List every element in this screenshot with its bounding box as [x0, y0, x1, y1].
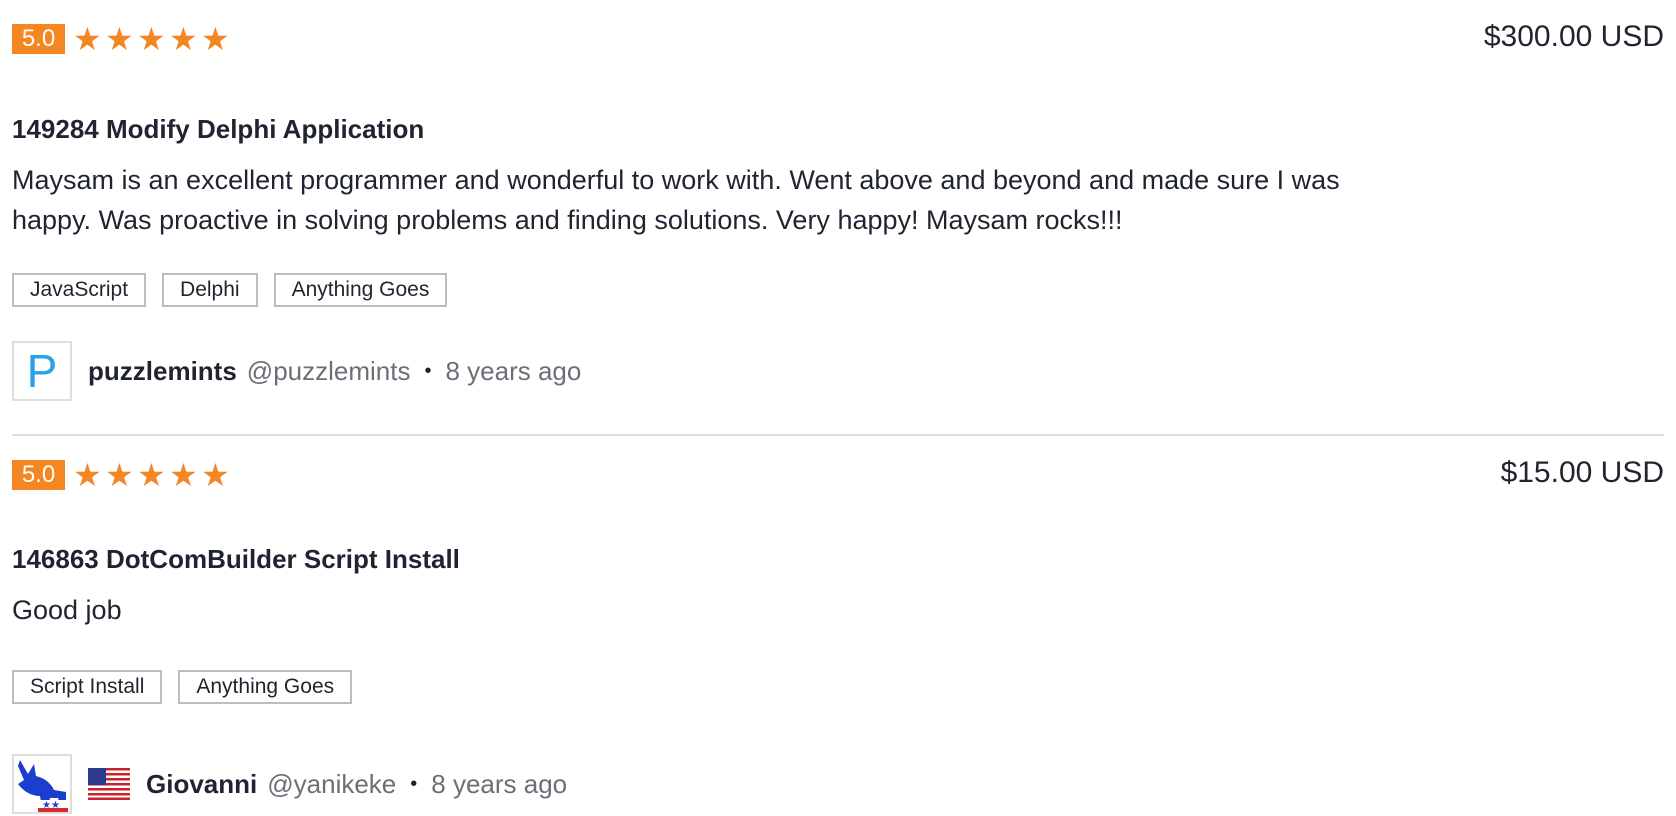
reviewer-name[interactable]: Giovanni [146, 769, 257, 800]
project-title-link[interactable]: 149284 Modify Delphi Application [12, 114, 424, 145]
review-item: 5.0 ★ ★ ★ ★ ★ $15.00 USD 146863 DotComBu… [12, 436, 1664, 816]
reviewer-handle[interactable]: @puzzlemints [247, 356, 411, 387]
skill-tag[interactable]: Anything Goes [178, 670, 353, 704]
review-comment: Good job [12, 595, 122, 625]
skill-tags: Script Install Anything Goes [12, 670, 368, 704]
avatar[interactable]: P [12, 341, 72, 401]
review-time: 8 years ago [431, 768, 568, 799]
rating-badge: 5.0 [12, 24, 65, 54]
rating-row: 5.0 ★ ★ ★ ★ ★ [12, 457, 233, 493]
skill-tag[interactable]: JavaScript [12, 273, 147, 307]
star-rating: ★ ★ ★ ★ ★ [73, 21, 233, 57]
donkey-logo-icon: ★★ [14, 756, 70, 812]
price: $15.00 USD [1500, 456, 1664, 489]
avatar[interactable]: ★★ [12, 754, 72, 814]
skill-tags: JavaScript Delphi Anything Goes [12, 273, 463, 307]
reviewer-handle[interactable]: @yanikeke [267, 769, 396, 800]
star-icon: ★ [105, 457, 134, 493]
star-icon: ★ [73, 457, 102, 493]
star-icon: ★ [137, 21, 166, 57]
project-title-link[interactable]: 146863 DotComBuilder Script Install [12, 544, 460, 575]
star-rating: ★ ★ ★ ★ ★ [73, 457, 233, 493]
rating-row: 5.0 ★ ★ ★ ★ ★ [12, 21, 233, 57]
star-icon: ★ [105, 21, 134, 57]
star-icon: ★ [169, 21, 198, 57]
skill-tag[interactable]: Script Install [12, 670, 163, 704]
star-icon: ★ [137, 457, 166, 493]
skill-tag[interactable]: Anything Goes [273, 273, 448, 307]
review-item: 5.0 ★ ★ ★ ★ ★ $300.00 USD 149284 Modify … [12, 0, 1664, 436]
star-icon: ★ [169, 457, 198, 493]
star-icon: ★ [73, 21, 102, 57]
avatar-letter: P [26, 345, 58, 397]
svg-text:★★: ★★ [42, 800, 60, 811]
rating-badge: 5.0 [12, 460, 65, 490]
star-icon: ★ [201, 21, 230, 57]
reviews-list: 5.0 ★ ★ ★ ★ ★ $300.00 USD 149284 Modify … [12, 0, 1664, 816]
review-time: 8 years ago [445, 355, 582, 386]
reviewer-info: ★★ Giovanni @yanikeke • 8 years ago [12, 752, 567, 816]
skill-tag[interactable]: Delphi [162, 273, 258, 307]
reviewer-name[interactable]: puzzlemints [88, 356, 237, 387]
us-flag-icon [88, 768, 130, 800]
separator-dot: • [410, 772, 418, 795]
separator-dot: • [424, 359, 432, 382]
reviewer-info: P puzzlemints @puzzlemints • 8 years ago [12, 339, 581, 403]
price: $300.00 USD [1483, 20, 1664, 53]
star-icon: ★ [201, 457, 230, 493]
review-comment: Maysam is an excellent programmer and wo… [12, 165, 1340, 235]
